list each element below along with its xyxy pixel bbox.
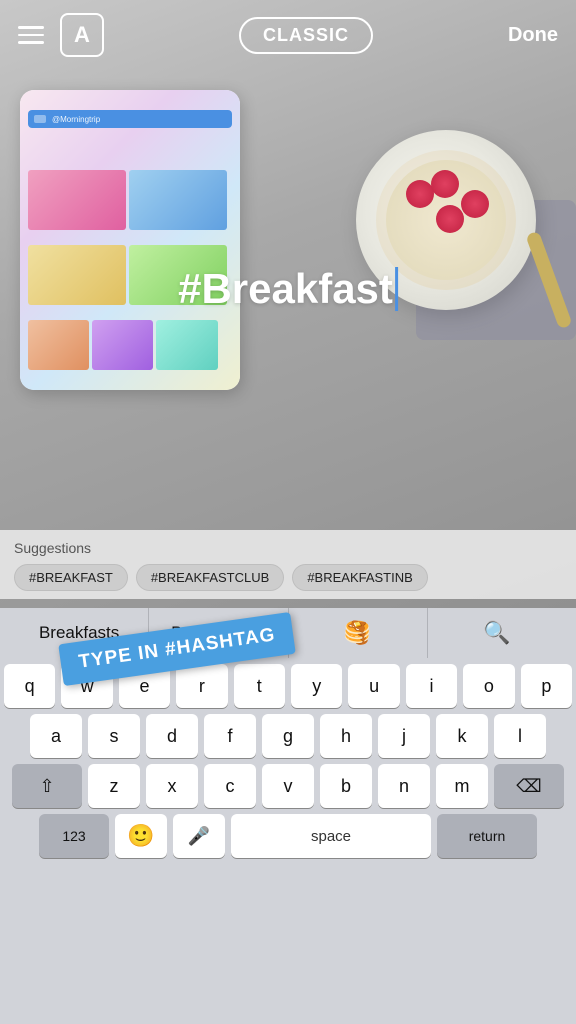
keyboard-row-2: a s d f g h j k l bbox=[0, 708, 576, 758]
key-l[interactable]: l bbox=[494, 714, 546, 758]
classic-style-button[interactable]: CLASSIC bbox=[239, 17, 373, 54]
space-key-label: space bbox=[311, 828, 351, 845]
hashtag-chip-breakfast[interactable]: #BREAKFAST bbox=[14, 564, 128, 591]
tablet-image: @Morningtrip bbox=[20, 90, 240, 390]
key-c[interactable]: c bbox=[204, 764, 256, 808]
key-x[interactable]: x bbox=[146, 764, 198, 808]
suggestions-section: Suggestions #BREAKFAST #BREAKFASTCLUB #B… bbox=[0, 530, 576, 599]
menu-button[interactable] bbox=[18, 26, 44, 44]
key-z[interactable]: z bbox=[88, 764, 140, 808]
raspberry-3 bbox=[436, 205, 464, 233]
autocomplete-search-emoji[interactable]: 🔍 bbox=[428, 608, 566, 658]
key-q[interactable]: q bbox=[4, 664, 55, 708]
hashtag-text-overlay[interactable]: #Breakfast bbox=[178, 265, 398, 313]
text-cursor bbox=[395, 267, 398, 311]
done-button-label: Done bbox=[508, 24, 558, 46]
raspberry-2 bbox=[461, 190, 489, 218]
key-a[interactable]: a bbox=[30, 714, 82, 758]
return-key-label: return bbox=[469, 828, 506, 844]
hashtag-chip-breakfastinb[interactable]: #BREAKFASTINB bbox=[292, 564, 427, 591]
canvas-area[interactable]: @Morningtrip #B bbox=[0, 0, 576, 610]
keyboard-row-3: ⇧ z x c v b n m ⌫ bbox=[0, 758, 576, 808]
keyboard: q w e r t y u i o p a s d f g h j k l ⇧ … bbox=[0, 658, 576, 1024]
key-r[interactable]: r bbox=[176, 664, 227, 708]
key-d[interactable]: d bbox=[146, 714, 198, 758]
toolbar-left: A bbox=[18, 13, 104, 57]
shift-key[interactable]: ⇧ bbox=[12, 764, 82, 808]
hashtag-chip-breakfastclub[interactable]: #BREAKFASTCLUB bbox=[136, 564, 285, 591]
raspberry-4 bbox=[406, 180, 434, 208]
key-t[interactable]: t bbox=[234, 664, 285, 708]
hashtag-content: #Breakfast bbox=[178, 265, 393, 313]
font-button-label: A bbox=[74, 24, 90, 46]
numbers-key-label: 123 bbox=[62, 828, 85, 844]
key-g[interactable]: g bbox=[262, 714, 314, 758]
tablet-screen: @Morningtrip bbox=[20, 90, 240, 390]
keyboard-row-4: 123 🙂 🎤 space return bbox=[0, 808, 576, 866]
key-y[interactable]: y bbox=[291, 664, 342, 708]
mic-key[interactable]: 🎤 bbox=[173, 814, 225, 858]
key-s[interactable]: s bbox=[88, 714, 140, 758]
numbers-key[interactable]: 123 bbox=[39, 814, 109, 858]
key-k[interactable]: k bbox=[436, 714, 488, 758]
font-button[interactable]: A bbox=[60, 13, 104, 57]
emoji-key[interactable]: 🙂 bbox=[115, 814, 167, 858]
done-button[interactable]: Done bbox=[508, 24, 558, 47]
raspberry-1 bbox=[431, 170, 459, 198]
autocomplete-pancake-emoji[interactable]: 🥞 bbox=[289, 608, 428, 658]
key-m[interactable]: m bbox=[436, 764, 488, 808]
key-j[interactable]: j bbox=[378, 714, 430, 758]
key-o[interactable]: o bbox=[463, 664, 514, 708]
key-b[interactable]: b bbox=[320, 764, 372, 808]
space-key[interactable]: space bbox=[231, 814, 431, 858]
key-i[interactable]: i bbox=[406, 664, 457, 708]
suggestions-label: Suggestions bbox=[14, 540, 562, 556]
toolbar: A CLASSIC Done bbox=[0, 0, 576, 70]
return-key[interactable]: return bbox=[437, 814, 537, 858]
hashtag-chips-container: #BREAKFAST #BREAKFASTCLUB #BREAKFASTINB bbox=[14, 564, 562, 591]
key-p[interactable]: p bbox=[521, 664, 572, 708]
key-f[interactable]: f bbox=[204, 714, 256, 758]
key-h[interactable]: h bbox=[320, 714, 372, 758]
key-n[interactable]: n bbox=[378, 764, 430, 808]
classic-style-label: CLASSIC bbox=[263, 25, 349, 45]
key-v[interactable]: v bbox=[262, 764, 314, 808]
delete-key[interactable]: ⌫ bbox=[494, 764, 564, 808]
key-u[interactable]: u bbox=[348, 664, 399, 708]
